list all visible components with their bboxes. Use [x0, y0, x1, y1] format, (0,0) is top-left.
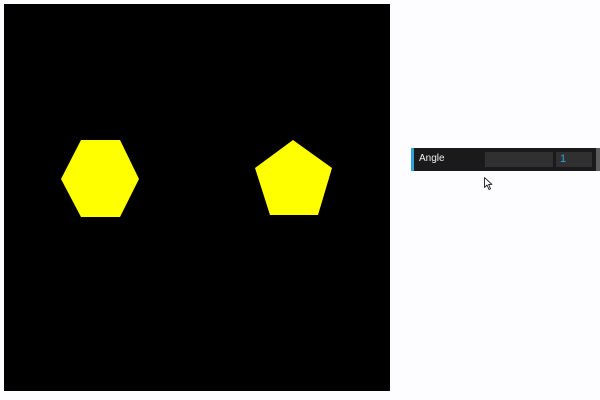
angle-slider[interactable] — [485, 152, 553, 167]
arrow-cursor-icon — [484, 177, 493, 190]
controls-panel: Angle 1 — [411, 148, 600, 171]
angle-number-input[interactable]: 1 — [556, 152, 592, 167]
canvas-svg — [4, 4, 390, 391]
render-canvas[interactable] — [4, 4, 390, 391]
canvas-background — [4, 4, 390, 391]
panel-scroll-edge — [596, 148, 600, 171]
angle-label: Angle — [419, 153, 445, 164]
